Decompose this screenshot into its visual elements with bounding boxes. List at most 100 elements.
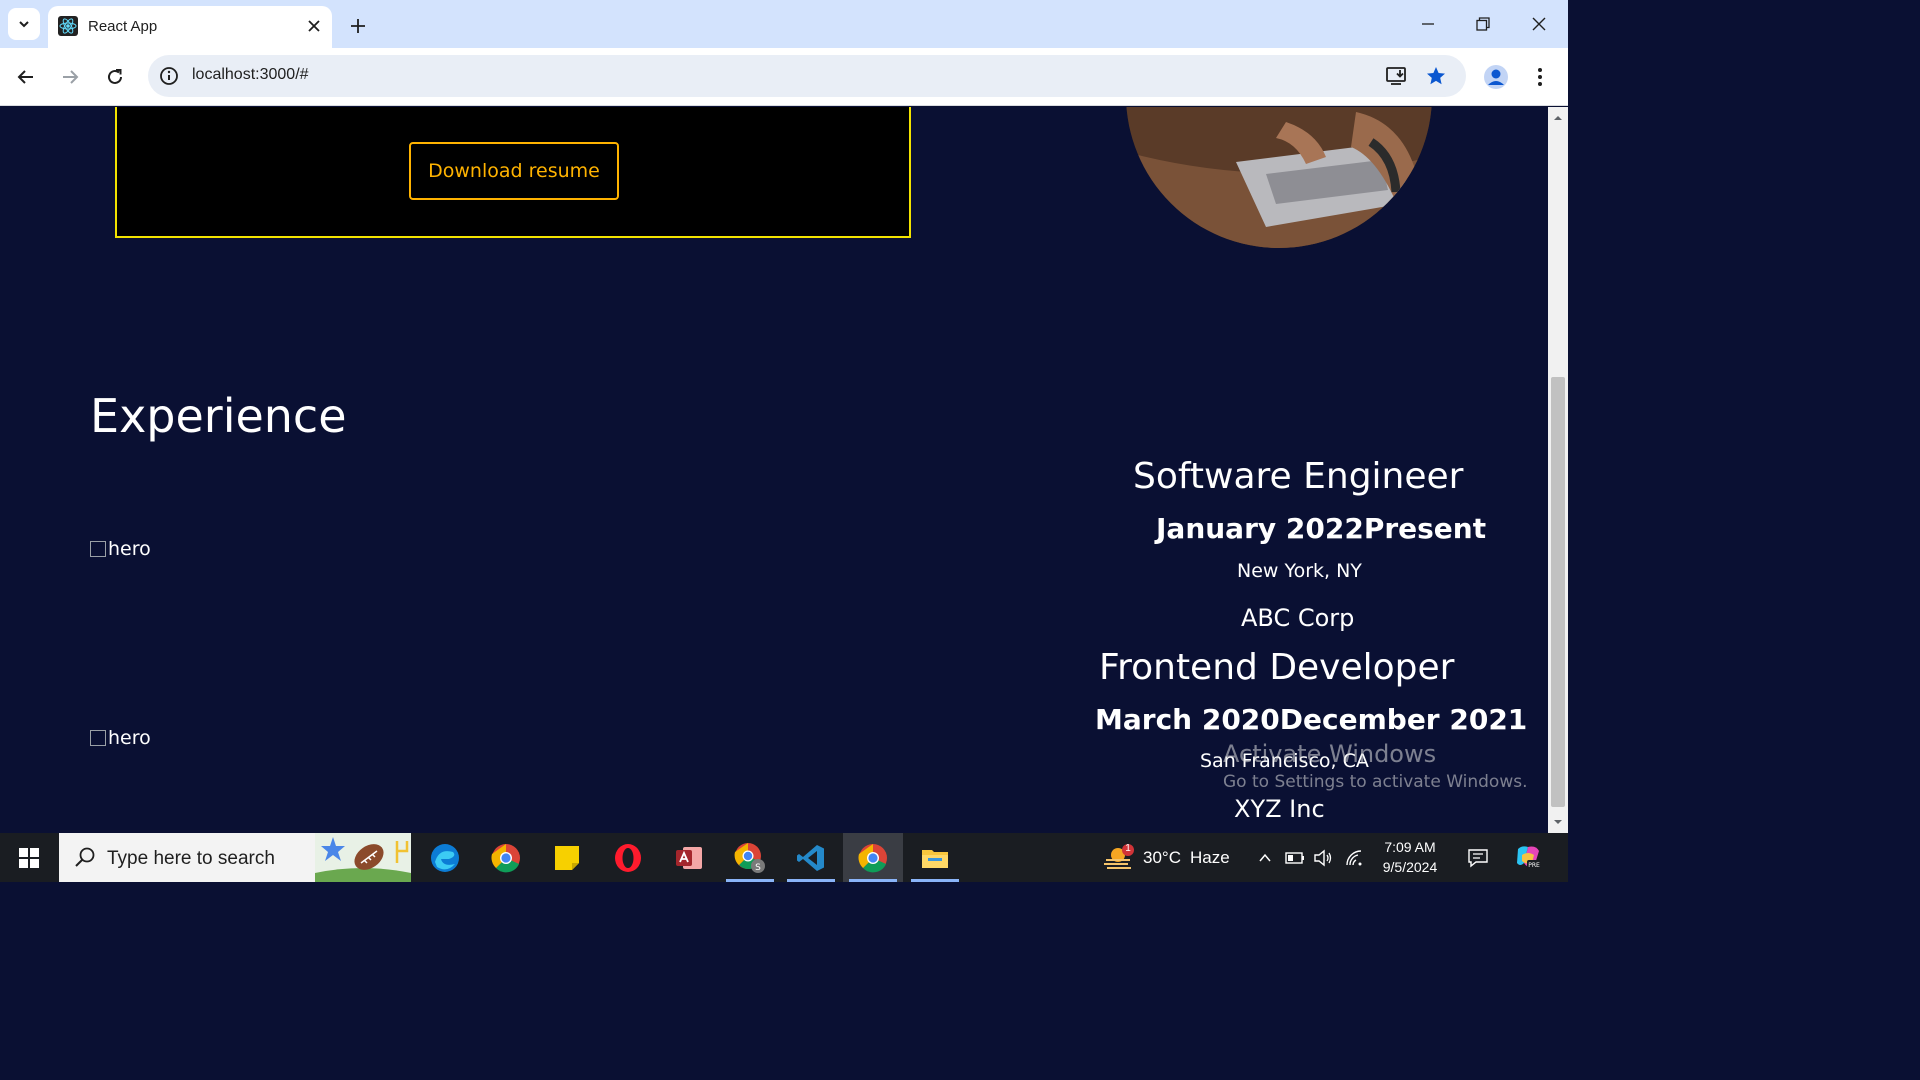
taskbar-chrome-active[interactable]: [843, 833, 903, 882]
info-icon[interactable]: [158, 65, 180, 87]
running-indicator: [849, 879, 897, 882]
start-button[interactable]: [0, 833, 58, 882]
scroll-up-arrow-icon[interactable]: [1553, 113, 1563, 123]
broken-image-icon: [90, 730, 106, 746]
page-scrollbar[interactable]: [1548, 107, 1568, 833]
laptop-hands-photo: [1126, 107, 1432, 248]
wifi-icon: [1346, 850, 1362, 866]
install-app-icon: [1386, 67, 1406, 85]
job-title: Software Engineer: [1133, 456, 1464, 497]
bookmark-button[interactable]: [1424, 64, 1448, 88]
activate-windows-subtitle: Go to Settings to activate Windows.: [1223, 772, 1528, 792]
experience-image-1: hero: [90, 538, 151, 560]
notification-center-button[interactable]: [1467, 847, 1489, 869]
search-icon: [75, 847, 95, 867]
edge-icon: [431, 843, 459, 872]
weather-temperature[interactable]: 30°C: [1143, 848, 1181, 868]
image-alt-text: hero: [108, 727, 151, 749]
opera-icon: [615, 843, 641, 872]
restore-button[interactable]: [1465, 8, 1501, 40]
new-tab-button[interactable]: [344, 12, 372, 40]
back-button[interactable]: [10, 61, 42, 93]
star-filled-icon: [1427, 67, 1445, 85]
job-dates: March 2020December 2021: [1095, 703, 1528, 736]
image-alt-text: hero: [108, 538, 151, 560]
react-logo-icon: [58, 16, 78, 36]
running-indicator: [787, 879, 835, 882]
svg-text:PRE: PRE: [1528, 862, 1540, 869]
activate-windows-title: Activate Windows: [1223, 740, 1437, 768]
scroll-down-arrow-icon[interactable]: [1553, 817, 1563, 827]
chrome-icon: [858, 843, 887, 872]
job-company: XYZ Inc: [1234, 795, 1325, 823]
taskbar-vscode[interactable]: [781, 833, 841, 882]
taskbar-access[interactable]: [659, 833, 719, 882]
broken-image-icon: [90, 541, 106, 557]
chevron-up-icon: [1259, 853, 1271, 862]
minimize-button[interactable]: [1410, 8, 1446, 40]
close-icon: [1532, 17, 1546, 31]
reload-button[interactable]: [99, 61, 131, 93]
battery-status[interactable]: [1284, 847, 1306, 869]
browser-tab[interactable]: React App: [48, 6, 332, 48]
windows-taskbar: Type here to search S 1 30°C Haze 7:09 A…: [0, 833, 1568, 882]
arrow-left-icon: [17, 70, 33, 84]
taskbar-sticky-notes[interactable]: [537, 833, 597, 882]
install-app-button[interactable]: [1384, 64, 1408, 88]
job-dates: January 2022Present: [1156, 512, 1487, 545]
taskbar-edge[interactable]: [415, 833, 475, 882]
show-hidden-icons-button[interactable]: [1254, 847, 1276, 869]
browser-tab-strip: React App: [0, 0, 1568, 48]
copilot-button[interactable]: PRE: [1514, 843, 1542, 871]
url-text[interactable]: localhost:3000/#: [192, 66, 309, 84]
clock-time: 7:09 AM: [1384, 839, 1436, 855]
taskbar-search[interactable]: Type here to search: [59, 833, 411, 882]
tab-close-button[interactable]: [304, 16, 324, 36]
folder-icon: [922, 849, 948, 868]
svg-text:S: S: [755, 863, 761, 873]
menu-button[interactable]: [1524, 61, 1556, 93]
minimize-icon: [1422, 23, 1434, 25]
download-resume-button[interactable]: Download resume: [409, 142, 619, 200]
search-placeholder: Type here to search: [107, 848, 275, 869]
hero-card: Download resume: [115, 107, 911, 238]
battery-icon: [1285, 852, 1304, 864]
arrow-right-icon: [63, 70, 79, 84]
network-status[interactable]: [1343, 847, 1365, 869]
tab-search-button[interactable]: [8, 8, 40, 40]
copilot-icon: PRE: [1517, 846, 1541, 869]
taskbar-chrome-profile[interactable]: S: [720, 833, 780, 882]
more-vert-icon: [1538, 68, 1542, 86]
system-clock[interactable]: 7:09 AM 9/5/2024: [1372, 837, 1448, 877]
close-icon: [308, 20, 320, 32]
running-indicator: [726, 879, 774, 882]
forward-button[interactable]: [54, 61, 86, 93]
job-company: ABC Corp: [1241, 604, 1355, 632]
running-indicator: [911, 879, 959, 882]
football-highlight-icon: [315, 833, 411, 882]
taskbar-file-explorer[interactable]: [905, 833, 965, 882]
reload-icon: [108, 69, 122, 84]
clock-date: 9/5/2024: [1382, 859, 1438, 875]
plus-icon: [351, 19, 365, 33]
windows-logo-icon: [19, 847, 39, 868]
taskbar-chrome[interactable]: [476, 833, 536, 882]
volume-control[interactable]: [1312, 847, 1334, 869]
speaker-icon: [1314, 849, 1332, 867]
page-viewport: Download resume Experience hero hero Sof…: [0, 107, 1548, 833]
taskbar-opera[interactable]: [598, 833, 658, 882]
experience-image-2: hero: [90, 727, 151, 749]
browser-toolbar: localhost:3000/#: [0, 48, 1568, 106]
scrollbar-thumb[interactable]: [1551, 377, 1565, 807]
profile-button[interactable]: [1480, 61, 1512, 93]
profile-photo: [1126, 107, 1432, 248]
job-title: Frontend Developer: [1099, 647, 1455, 688]
weather-description[interactable]: Haze: [1190, 848, 1230, 868]
chrome-profile-icon: S: [734, 842, 765, 873]
tab-title: React App: [88, 18, 158, 35]
chrome-icon: [491, 843, 520, 872]
address-bar[interactable]: localhost:3000/#: [148, 55, 1466, 97]
sticky-notes-icon: [555, 845, 579, 870]
close-window-button[interactable]: [1521, 8, 1557, 40]
profile-avatar-icon: [1484, 65, 1508, 89]
